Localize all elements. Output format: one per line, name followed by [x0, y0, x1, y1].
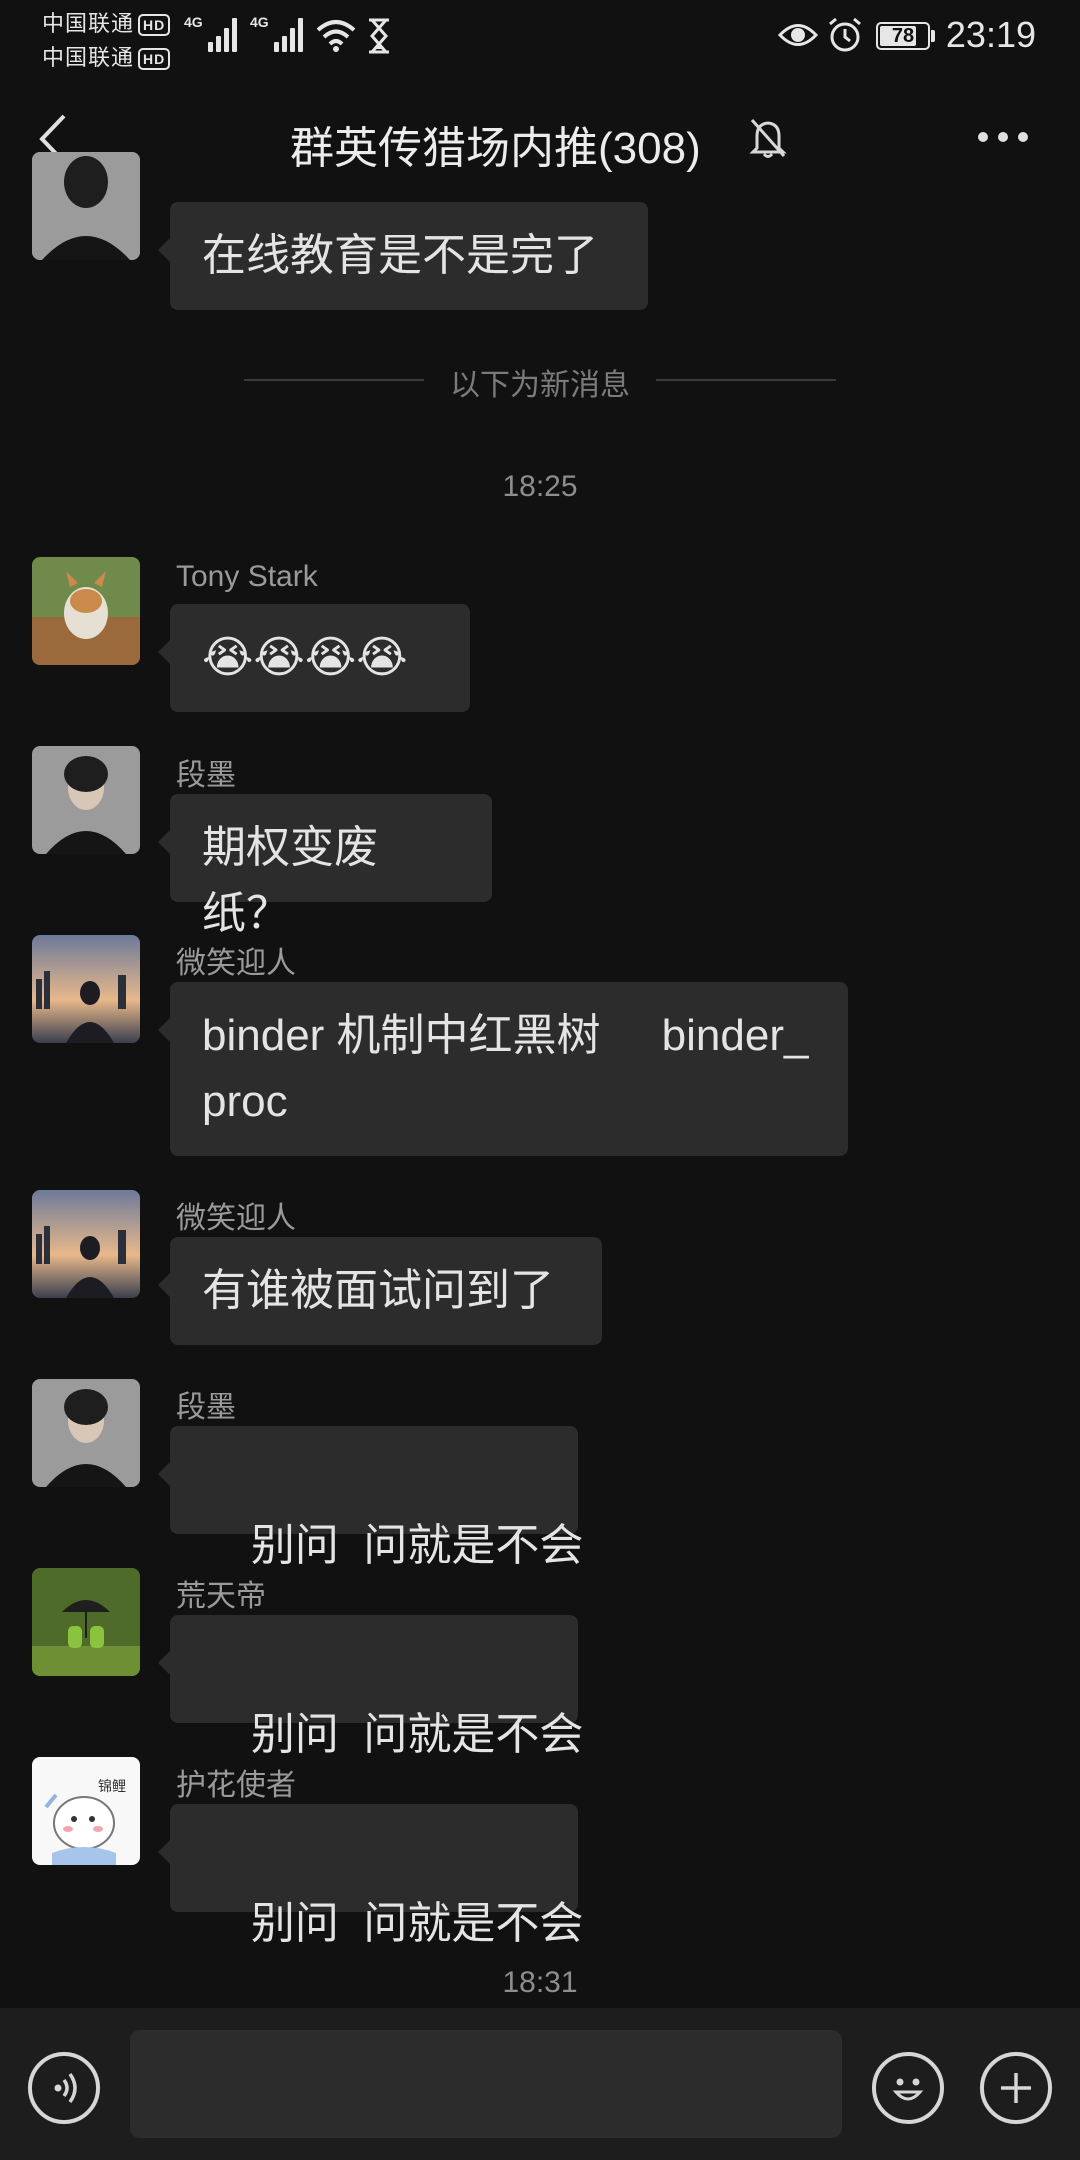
- hourglass-icon: [369, 18, 389, 54]
- message-bubble[interactable]: 别问 问就是不会: [158, 1615, 583, 1759]
- message-text: 在线教育是不是完了: [202, 231, 598, 280]
- message-text-line: proc: [202, 1077, 288, 1126]
- timestamp-separator: 18:31: [502, 1966, 578, 1999]
- carrier-1: 中国联通 HD: [42, 6, 171, 38]
- network-1-label: 4G: [184, 14, 203, 30]
- message-bubble[interactable]: 别问 问就是不会: [158, 1804, 583, 1948]
- divider-line: [656, 379, 836, 381]
- signal-1-icon: 4G: [184, 14, 240, 52]
- emoji-icon: [892, 2078, 924, 2101]
- more-icon[interactable]: [976, 130, 1030, 144]
- battery-icon: 78: [876, 22, 930, 50]
- message-bubble[interactable]: 别问 问就是不会: [158, 1426, 583, 1570]
- wifi-icon: [316, 20, 356, 52]
- message-bubble[interactable]: 期权变废纸？: [158, 794, 492, 938]
- signal-2-icon: 4G: [250, 14, 306, 52]
- plus-button[interactable]: [980, 2052, 1052, 2124]
- sender-name: 微笑迎人: [176, 1202, 296, 1235]
- plus-icon: [1001, 2073, 1031, 2103]
- emoji-button[interactable]: [872, 2052, 944, 2124]
- carrier-2: 中国联通 HD: [42, 40, 171, 72]
- message-text-line: binder 机制中红黑树 binder_: [202, 1011, 809, 1060]
- avatar[interactable]: [32, 935, 140, 1043]
- carrier-2-name: 中国联通: [42, 45, 135, 70]
- chat-header: 群英传猎场内推(308): [0, 72, 1080, 202]
- input-bar: [0, 2008, 1080, 2160]
- message-text: 期权变废纸？: [202, 823, 378, 938]
- sender-name: 荒天帝: [176, 1580, 266, 1613]
- battery-cap: [931, 30, 935, 42]
- message-bubble[interactable]: 在线教育是不是完了: [158, 202, 648, 310]
- avatar[interactable]: [32, 746, 140, 854]
- message-text: 别问 问就是不会: [250, 1899, 584, 1948]
- message-input[interactable]: [130, 2030, 842, 2138]
- avatar-lettering: 锦鲤: [98, 1778, 126, 1795]
- chat-title: 群英传猎场内推(308): [290, 124, 701, 173]
- message-text: 😭😭😭😭: [202, 633, 408, 682]
- sender-name: 微笑迎人: [176, 947, 296, 980]
- sender-name: Tony Stark: [176, 560, 318, 593]
- avatar[interactable]: 锦鲤: [32, 1757, 140, 1865]
- hd-badge: HD: [138, 14, 171, 37]
- message-bubble[interactable]: 有谁被面试问到了: [158, 1237, 602, 1345]
- avatar[interactable]: [32, 1568, 140, 1676]
- hd-badge: HD: [138, 48, 171, 71]
- message-bubble[interactable]: 😭😭😭😭: [158, 604, 470, 712]
- sender-name: 护花使者: [176, 1769, 296, 1802]
- status-bar: 中国联通 HD 中国联通 HD 4G 4G 78 23:19: [0, 0, 1080, 72]
- voice-button[interactable]: [28, 2052, 100, 2124]
- avatar[interactable]: [32, 1190, 140, 1298]
- message-text: 有谁被面试问到了: [202, 1266, 554, 1315]
- message-text: 别问 问就是不会: [250, 1521, 584, 1570]
- new-messages-label: 以下为新消息: [450, 369, 630, 402]
- timestamp-separator: 18:25: [502, 470, 578, 503]
- mute-bell-icon[interactable]: [748, 116, 788, 160]
- network-2-label: 4G: [250, 14, 269, 30]
- eye-icon: [778, 24, 818, 46]
- message-bubble[interactable]: binder 机制中红黑树 binder_ proc: [158, 982, 848, 1156]
- avatar[interactable]: [32, 1379, 140, 1487]
- carrier-1-name: 中国联通: [42, 11, 135, 36]
- battery-level-text: 78: [891, 25, 915, 47]
- avatar[interactable]: [32, 557, 140, 665]
- status-time: 23:19: [945, 14, 1036, 55]
- avatar[interactable]: [32, 152, 140, 260]
- voice-icon: [54, 2072, 77, 2104]
- sender-name: 段墨: [176, 1391, 236, 1424]
- alarm-icon: [829, 17, 861, 52]
- message-text: 别问 问就是不会: [250, 1710, 584, 1759]
- sender-name: 段墨: [176, 759, 236, 792]
